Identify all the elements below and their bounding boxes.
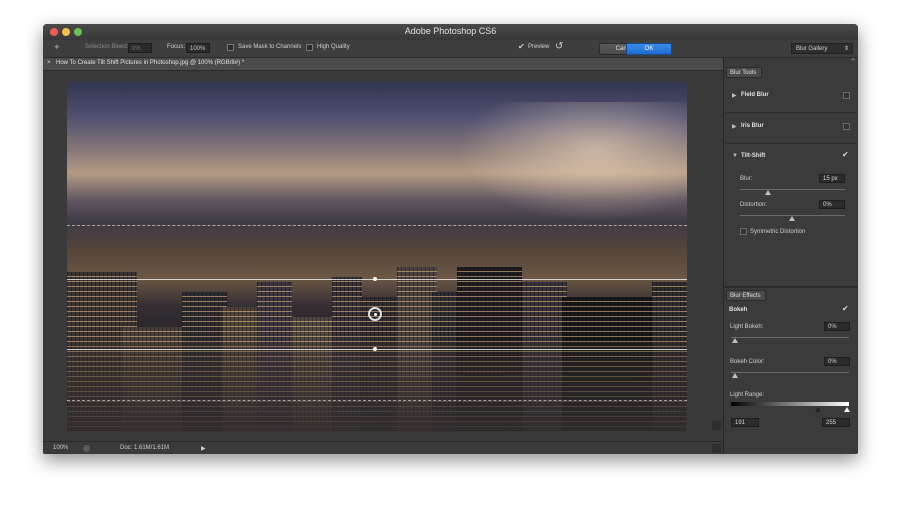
field-blur-label[interactable]: Field Blur	[741, 92, 769, 98]
rotation-handle[interactable]	[373, 347, 377, 351]
field-blur-checkbox[interactable]	[843, 92, 850, 99]
rotation-handle[interactable]	[373, 277, 377, 281]
blur-pin[interactable]	[368, 307, 382, 321]
light-range-gradient	[731, 402, 849, 406]
blur-slider-track[interactable]	[740, 189, 845, 190]
bokeh-label[interactable]: Bokeh	[729, 307, 747, 313]
window-title: Adobe Photoshop CS6	[404, 26, 497, 36]
title-bar: Adobe Photoshop CS6	[43, 24, 858, 41]
expand-icon[interactable]: ▶	[732, 92, 737, 99]
photoshop-window: Adobe Photoshop CS6 ✦ Selection Bleed: 0…	[43, 24, 858, 454]
workspace-value: Blur Gallery	[796, 46, 828, 52]
blur-panel: » Blur Tools ▶ Field Blur ▶ Iris Blur ▼ …	[723, 57, 858, 454]
bokeh-checkmark-icon[interactable]: ✔	[842, 304, 849, 313]
selection-bleed-field[interactable]: 0%	[128, 43, 152, 53]
light-bokeh-label: Light Bokeh:	[730, 324, 764, 330]
status-menu-arrow-icon[interactable]: ▶	[201, 445, 206, 452]
field-blur-section: ▶ Field Blur	[726, 80, 856, 113]
blur-value-field[interactable]: 15 px	[819, 174, 845, 183]
light-bokeh-value-field[interactable]: 0%	[824, 322, 850, 331]
ok-button[interactable]: OK	[626, 43, 672, 55]
bokeh-color-slider-track[interactable]	[731, 372, 849, 373]
save-mask-label: Save Mask to Channels	[238, 44, 302, 50]
blur-pin-center	[374, 313, 377, 316]
foreground-blur	[67, 342, 687, 432]
blur-label: Blur:	[740, 176, 753, 182]
preview-checkmark-icon[interactable]: ✔	[518, 42, 525, 51]
panel-collapse-icon[interactable]: »	[852, 57, 855, 63]
tilt-shift-photo[interactable]	[67, 82, 687, 432]
light-range-low-field[interactable]: 191	[731, 418, 759, 427]
light-range-label: Light Range:	[730, 392, 765, 398]
blur-slider-thumb[interactable]	[765, 190, 771, 195]
doc-info[interactable]: Doc: 1.61M/1.61M	[120, 445, 169, 451]
focus-label: Focus:	[167, 44, 186, 50]
document-tab[interactable]: × How To Create Tilt Shift Pictures in P…	[43, 58, 723, 71]
blur-effects-tab[interactable]: Blur Effects	[726, 290, 766, 301]
light-range-high-thumb[interactable]	[844, 407, 850, 412]
iris-blur-checkbox[interactable]	[843, 123, 850, 130]
distortion-label: Distortion:	[740, 202, 768, 208]
save-mask-checkbox[interactable]	[227, 44, 234, 51]
tilt-shift-section: ▼ Tilt-Shift ✔ Blur: 15 px Distortion: 0…	[726, 144, 856, 264]
blur-effects-section: Bokeh ✔ Light Bokeh: 0% Bokeh Color: 0% …	[726, 302, 856, 432]
distortion-value-field[interactable]: 0%	[819, 200, 845, 209]
canvas-area[interactable]	[43, 71, 723, 441]
status-bar: 100% Doc: 1.61M/1.61M ▶	[43, 441, 723, 454]
options-bar: ✦ Selection Bleed: 0% Focus: 100% Save M…	[43, 40, 858, 58]
panel-divider	[724, 286, 858, 288]
preview-label: Preview	[528, 44, 550, 50]
symmetric-distortion-checkbox[interactable]	[740, 228, 747, 235]
zoom-level[interactable]: 100%	[53, 445, 68, 451]
status-icon[interactable]	[83, 445, 90, 452]
scrollbar-corner[interactable]	[712, 421, 721, 430]
symmetric-distortion-label: Symmetric Distortion	[750, 229, 806, 235]
light-bokeh-slider-track[interactable]	[731, 337, 849, 338]
expand-icon[interactable]: ▶	[732, 123, 737, 130]
workspace-dropdown[interactable]: Blur Gallery ⇕	[791, 43, 853, 54]
bokeh-color-label: Bokeh Color:	[730, 359, 765, 365]
distortion-slider-thumb[interactable]	[789, 216, 795, 221]
tilt-shift-feather-top-line[interactable]	[67, 225, 687, 226]
high-quality-checkbox[interactable]	[306, 44, 313, 51]
bokeh-color-value-field[interactable]: 0%	[824, 357, 850, 366]
iris-blur-label[interactable]: Iris Blur	[741, 123, 764, 129]
selection-bleed-label: Selection Bleed:	[85, 44, 129, 50]
reset-pins-icon[interactable]: ↺	[555, 41, 563, 52]
scrollbar-corner[interactable]	[712, 444, 721, 453]
high-quality-label: High Quality	[317, 44, 350, 50]
collapse-icon[interactable]: ▼	[732, 153, 738, 159]
document-close-icon[interactable]: ×	[47, 60, 51, 66]
tilt-shift-focus-top-line[interactable]	[67, 279, 687, 280]
pin-tool-icon[interactable]: ✦	[53, 42, 61, 53]
light-range-low-thumb[interactable]	[815, 407, 821, 412]
tilt-shift-checkmark-icon[interactable]: ✔	[842, 150, 849, 159]
light-range-high-field[interactable]: 255	[822, 418, 850, 427]
focus-field[interactable]: 100%	[186, 43, 210, 53]
light-bokeh-slider-thumb[interactable]	[732, 338, 738, 343]
sky-glow	[457, 102, 687, 222]
bokeh-color-slider-thumb[interactable]	[732, 373, 738, 378]
tilt-shift-feather-bottom-line[interactable]	[67, 400, 687, 401]
tilt-shift-label[interactable]: Tilt-Shift	[741, 153, 765, 159]
tilt-shift-focus-bottom-line[interactable]	[67, 349, 687, 350]
blur-tools-tab[interactable]: Blur Tools	[726, 67, 762, 78]
iris-blur-section: ▶ Iris Blur	[726, 113, 856, 144]
document-title: How To Create Tilt Shift Pictures in Pho…	[56, 60, 245, 66]
dropdown-arrows-icon: ⇕	[843, 46, 849, 52]
